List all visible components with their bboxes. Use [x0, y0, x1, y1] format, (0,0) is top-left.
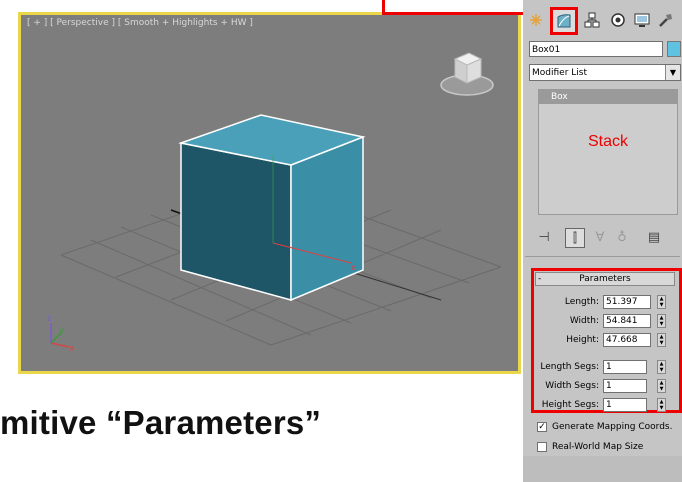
height-segs-label: Height Segs:: [541, 400, 599, 410]
object-name-input[interactable]: Box01: [529, 41, 663, 57]
width-segs-row: Width Segs: 1 ▲ ▼: [523, 379, 682, 395]
height-input[interactable]: 47.668: [603, 333, 651, 347]
stack-annotation: Stack: [587, 133, 628, 150]
width-segs-label: Width Segs:: [545, 381, 599, 391]
perspective-viewport[interactable]: x [ + ] [ Perspective ] [ Smooth + Highl…: [18, 12, 521, 374]
show-end-result-icon[interactable]: ⫿: [565, 228, 585, 248]
viewport-label[interactable]: [ + ] [ Perspective ] [ Smooth + Highlig…: [27, 18, 253, 28]
length-spinner-icon[interactable]: ▲ ▼: [657, 295, 666, 309]
width-input[interactable]: 54.841: [603, 314, 651, 328]
real-world-map-box-icon[interactable]: [537, 442, 547, 452]
axis-z-label: z: [47, 314, 52, 324]
collapse-icon[interactable]: -: [538, 273, 541, 285]
parameters-title: Parameters: [579, 274, 631, 284]
height-spinner-icon[interactable]: ▲ ▼: [657, 333, 666, 347]
gizmo-x-label: x: [351, 263, 356, 272]
generate-mapping-label: Generate Mapping Coords.: [552, 422, 673, 432]
pin-stack-icon[interactable]: ⊣: [535, 228, 553, 246]
width-label: Width:: [569, 316, 599, 326]
parameters-rollout-header[interactable]: - Parameters: [535, 272, 675, 286]
width-segs-input[interactable]: 1: [603, 379, 647, 393]
generate-mapping-checkbox[interactable]: ✓ Generate Mapping Coords.: [537, 421, 682, 435]
box-front-face[interactable]: [180, 142, 292, 301]
display-tab-icon[interactable]: [631, 9, 653, 31]
real-world-map-label: Real-World Map Size: [552, 442, 644, 452]
length-segs-input[interactable]: 1: [603, 360, 647, 374]
object-color-swatch[interactable]: [667, 41, 681, 57]
length-label: Length:: [564, 297, 599, 307]
motion-tab-icon[interactable]: [607, 9, 629, 31]
height-segs-row: Height Segs: 1 ▲ ▼: [523, 398, 682, 414]
make-unique-icon[interactable]: ∀: [591, 228, 609, 246]
generate-mapping-checkmark-icon[interactable]: ✓: [537, 422, 547, 432]
divider: [525, 256, 680, 257]
configure-modifier-sets-icon[interactable]: ▤: [645, 228, 663, 246]
panel-footer: [523, 456, 682, 482]
height-segs-spinner-icon[interactable]: ▲ ▼: [657, 398, 666, 412]
hierarchy-tab-icon[interactable]: [581, 9, 603, 31]
length-segs-label: Length Segs:: [540, 362, 599, 372]
real-world-map-checkbox[interactable]: Real-World Map Size: [537, 441, 682, 455]
remove-modifier-icon[interactable]: ♁: [613, 228, 631, 246]
modifier-list-label: Modifier List: [532, 68, 587, 78]
caption-text: mitive “Parameters”: [0, 404, 322, 441]
axis-tripod-icon: z y x: [47, 314, 75, 354]
modifier-list-dropdown[interactable]: Modifier List ▼: [529, 64, 681, 81]
width-spinner-icon[interactable]: ▲ ▼: [657, 314, 666, 328]
stack-toolbar: ⊣ ⫿ ∀ ♁ ▤: [533, 226, 678, 248]
command-panel-tabs: [523, 7, 682, 35]
axis-x-label: x: [69, 344, 75, 354]
height-segs-input[interactable]: 1: [603, 398, 647, 412]
width-segs-spinner-icon[interactable]: ▲ ▼: [657, 379, 666, 393]
modifier-stack[interactable]: Box Stack: [538, 89, 678, 215]
utilities-tab-icon[interactable]: [655, 9, 677, 31]
height-label: Height:: [566, 335, 599, 345]
modify-tab-icon[interactable]: [550, 7, 578, 35]
height-row: Height: 47.668 ▲ ▼: [523, 333, 682, 349]
axis-y-label: y: [59, 326, 65, 336]
length-segs-spinner-icon[interactable]: ▲ ▼: [657, 360, 666, 374]
stack-item-box[interactable]: Box: [539, 90, 677, 104]
dropdown-arrow-icon[interactable]: ▼: [665, 65, 680, 80]
length-segs-row: Length Segs: 1 ▲ ▼: [523, 360, 682, 376]
length-row: Length: 51.397 ▲ ▼: [523, 295, 682, 311]
viewcube-icon[interactable]: [439, 43, 495, 103]
length-input[interactable]: 51.397: [603, 295, 651, 309]
command-panel: Box01 Modifier List ▼ Box Stack ⊣ ⫿ ∀ ♁ …: [523, 0, 682, 482]
width-row: Width: 54.841 ▲ ▼: [523, 314, 682, 330]
create-tab-icon[interactable]: [525, 9, 547, 31]
